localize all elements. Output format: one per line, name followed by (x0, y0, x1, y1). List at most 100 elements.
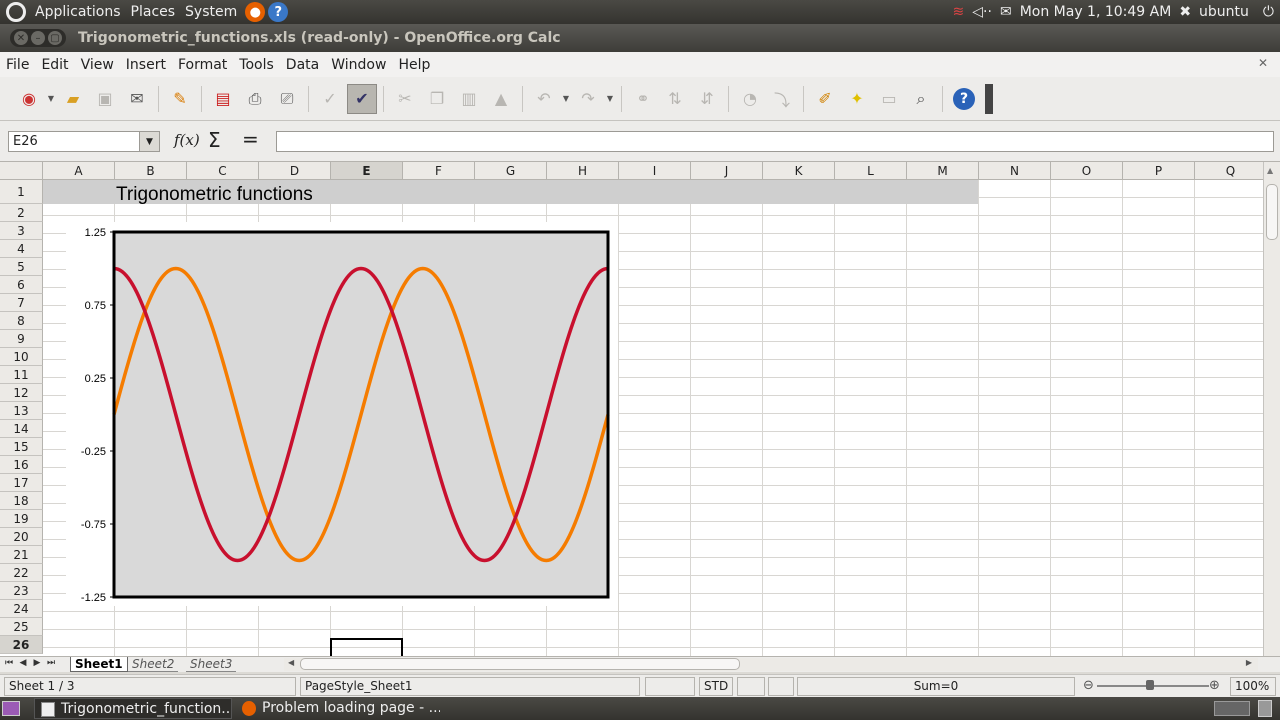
zoom-in-icon[interactable]: ⊕ (1209, 678, 1220, 693)
menu-tools[interactable]: Tools (233, 57, 280, 73)
row-header-8[interactable]: 8 (0, 312, 43, 330)
menu-window[interactable]: Window (325, 57, 392, 73)
gallery-icon[interactable]: ▭ (874, 84, 904, 114)
system-menu[interactable]: System (180, 4, 242, 20)
navigator-icon[interactable]: ✦ (842, 84, 872, 114)
vertical-scroll-thumb[interactable] (1266, 184, 1278, 240)
row-header-19[interactable]: 19 (0, 510, 43, 528)
vertical-scrollbar[interactable]: ▲ (1263, 162, 1280, 656)
row-header-20[interactable]: 20 (0, 528, 43, 546)
zoom-out-icon[interactable]: ⊖ (1083, 678, 1094, 693)
task-firefox[interactable]: Problem loading page - ... (236, 698, 440, 719)
row-header-24[interactable]: 24 (0, 600, 43, 618)
redo-icon[interactable]: ↷ (573, 84, 603, 114)
spellcheck-icon[interactable]: ✓ (315, 84, 345, 114)
sum-icon[interactable]: Σ (208, 128, 221, 152)
row-header-2[interactable]: 2 (0, 204, 43, 222)
row-header-1[interactable]: 1 (0, 180, 43, 204)
sheet-title-cell[interactable]: Trigonometric functions (116, 184, 313, 206)
formula-input[interactable] (276, 131, 1274, 152)
email-icon[interactable]: ✉ (122, 84, 152, 114)
tab-sheet1[interactable]: Sheet1 (70, 657, 128, 672)
zoom-icon[interactable]: ⌕ (906, 84, 936, 114)
row-header-13[interactable]: 13 (0, 402, 43, 420)
export-pdf-icon[interactable]: ▤ (208, 84, 238, 114)
horizontal-scrollbar[interactable]: ◀ ▶ (284, 658, 1258, 671)
draw-functions-icon[interactable]: ✐ (810, 84, 840, 114)
redo-dropdown-icon[interactable]: ▼ (605, 94, 615, 103)
menu-format[interactable]: Format (172, 57, 233, 73)
column-header-j[interactable]: J (691, 162, 763, 180)
sort-descending-icon[interactable]: ⇵ (692, 84, 722, 114)
column-header-c[interactable]: C (187, 162, 259, 180)
scroll-right-icon[interactable]: ▶ (1246, 658, 1252, 667)
column-header-e[interactable]: E (331, 162, 403, 180)
column-header-i[interactable]: I (619, 162, 691, 180)
network-icon[interactable]: ≋ (953, 4, 965, 20)
name-box-dropdown-icon[interactable]: ▼ (139, 132, 159, 151)
row-header-25[interactable]: 25 (0, 618, 43, 636)
paste-icon[interactable]: ▥ (454, 84, 484, 114)
menu-data[interactable]: Data (280, 57, 325, 73)
menu-file[interactable]: File (0, 57, 35, 73)
show-desktop-icon[interactable] (2, 701, 20, 716)
row-header-17[interactable]: 17 (0, 474, 43, 492)
row-header-12[interactable]: 12 (0, 384, 43, 402)
sum-field[interactable]: Sum=0 (797, 677, 1075, 696)
copy-icon[interactable]: ❐ (422, 84, 452, 114)
save-icon[interactable]: ▣ (90, 84, 120, 114)
print-icon[interactable]: ⎙ (240, 84, 270, 114)
power-icon[interactable]: ⏻ (1263, 4, 1274, 20)
name-box[interactable]: E26 ▼ (8, 131, 160, 152)
applications-menu[interactable]: Applications (30, 4, 126, 20)
task-calc[interactable]: Trigonometric_function... (34, 698, 232, 719)
sort-ascending-icon[interactable]: ⇅ (660, 84, 690, 114)
zoom-percent[interactable]: 100% (1230, 677, 1276, 696)
row-header-7[interactable]: 7 (0, 294, 43, 312)
column-header-o[interactable]: O (1051, 162, 1123, 180)
row-header-21[interactable]: 21 (0, 546, 43, 564)
column-header-p[interactable]: P (1123, 162, 1195, 180)
column-header-l[interactable]: L (835, 162, 907, 180)
workspace-switcher-icon[interactable] (1214, 701, 1250, 716)
column-header-n[interactable]: N (979, 162, 1051, 180)
open-icon[interactable]: ▰ (58, 84, 88, 114)
user-status-icon[interactable]: ✖ (1179, 4, 1191, 20)
cell-cursor[interactable] (330, 638, 403, 656)
row-header-11[interactable]: 11 (0, 366, 43, 384)
cut-icon[interactable]: ✂ (390, 84, 420, 114)
help-launcher-icon[interactable]: ? (268, 2, 289, 22)
ubuntu-logo-icon[interactable] (6, 2, 26, 22)
column-header-g[interactable]: G (475, 162, 547, 180)
select-all-corner[interactable] (0, 162, 43, 180)
autospellcheck-icon[interactable]: ✔ (347, 83, 377, 114)
pivot-table-icon[interactable]: ⤵ (767, 84, 797, 114)
last-sheet-icon[interactable]: ⏭ (45, 658, 57, 668)
column-header-k[interactable]: K (763, 162, 835, 180)
prev-sheet-icon[interactable]: ◀ (17, 658, 29, 668)
edit-file-icon[interactable]: ✎ (165, 84, 195, 114)
row-header-4[interactable]: 4 (0, 240, 43, 258)
volume-icon[interactable]: ◁·· (972, 4, 992, 20)
row-header-23[interactable]: 23 (0, 582, 43, 600)
function-wizard-icon[interactable]: f(x) (174, 131, 200, 149)
undo-icon[interactable]: ↶ (529, 84, 559, 114)
row-header-9[interactable]: 9 (0, 330, 43, 348)
hyperlink-icon[interactable]: ⚭ (628, 84, 658, 114)
page-style[interactable]: PageStyle_Sheet1 (300, 677, 640, 696)
trig-chart[interactable]: 1.25 0.75 0.25 -0.25 -0.75 -1.25 (66, 222, 618, 606)
places-menu[interactable]: Places (126, 4, 181, 20)
row-header-26[interactable]: 26 (0, 636, 43, 654)
minimize-window-icon[interactable]: – (31, 31, 45, 45)
row-header-14[interactable]: 14 (0, 420, 43, 438)
close-document-icon[interactable]: ✕ (1258, 56, 1268, 70)
row-header-18[interactable]: 18 (0, 492, 43, 510)
column-header-a[interactable]: A (43, 162, 115, 180)
row-header-16[interactable]: 16 (0, 456, 43, 474)
first-sheet-icon[interactable]: ⏮ (3, 658, 15, 668)
selection-mode[interactable]: STD (699, 677, 733, 696)
undo-dropdown-icon[interactable]: ▼ (561, 94, 571, 103)
new-dropdown-icon[interactable]: ▼ (46, 94, 56, 103)
maximize-window-icon[interactable]: ▢ (48, 31, 62, 45)
column-header-f[interactable]: F (403, 162, 475, 180)
